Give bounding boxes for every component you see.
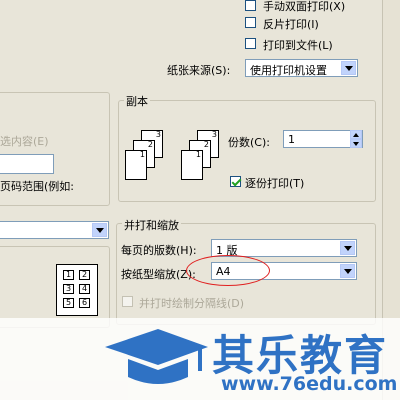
chevron-down-icon[interactable] bbox=[340, 264, 355, 278]
copies-spinner[interactable] bbox=[350, 130, 362, 148]
brand-url: www.76edu.com bbox=[221, 373, 398, 395]
preview-cell: 4 bbox=[79, 284, 90, 294]
copies-count-value: 1 bbox=[288, 133, 295, 146]
spin-up-icon[interactable] bbox=[350, 130, 362, 139]
copies-collated-icon: 3 2 1 bbox=[181, 130, 221, 182]
pages-preview: 1 2 3 4 5 6 bbox=[56, 264, 98, 316]
preview-cell: 5 bbox=[63, 298, 74, 308]
copies-uncollated-icon: 3 2 1 bbox=[125, 130, 165, 182]
scale-to-paper-label: 按纸型缩放(Z): bbox=[121, 268, 196, 281]
paper-source-select[interactable]: 使用打印机设置 bbox=[245, 59, 358, 77]
paper-source-label: 纸张来源(S): bbox=[167, 64, 231, 77]
print-to-file-checkbox[interactable] bbox=[245, 38, 256, 49]
copies-count-label: 份数(C): bbox=[228, 136, 270, 149]
draw-dividers-checkbox[interactable] bbox=[122, 296, 133, 307]
preview-cell: 1 bbox=[63, 270, 74, 280]
spin-down-icon[interactable] bbox=[350, 139, 362, 148]
chevron-down-icon[interactable] bbox=[341, 61, 356, 75]
page-range-input[interactable] bbox=[0, 154, 54, 174]
collate-checkbox[interactable] bbox=[230, 176, 241, 187]
reverse-print-checkbox[interactable] bbox=[245, 17, 256, 28]
copy-page: 1 bbox=[181, 150, 203, 180]
preview-cell: 6 bbox=[79, 298, 90, 308]
manual-duplex-checkbox[interactable] bbox=[245, 0, 256, 11]
zoom-title: 并打和缩放 bbox=[122, 217, 181, 233]
print-to-file-label: 打印到文件(L) bbox=[263, 39, 333, 52]
copies-title: 副本 bbox=[124, 93, 150, 109]
page-range-label: 页码范围(例如: bbox=[0, 180, 74, 193]
collate-label: 逐份打印(T) bbox=[245, 177, 305, 190]
manual-duplex-label: 手动双面打印(X) bbox=[263, 0, 346, 13]
print-what-select[interactable] bbox=[0, 221, 109, 239]
chevron-down-icon[interactable] bbox=[340, 241, 355, 255]
reverse-print-label: 反片打印(I) bbox=[263, 18, 319, 31]
pages-per-sheet-label: 每页的版数(H): bbox=[121, 244, 197, 257]
highlight-ellipse bbox=[186, 255, 270, 286]
chevron-down-icon[interactable] bbox=[92, 223, 107, 237]
selection-label: 选内容(E) bbox=[0, 135, 49, 148]
preview-cell: 3 bbox=[63, 284, 74, 294]
copy-page: 1 bbox=[125, 150, 147, 180]
graduation-cap-icon bbox=[105, 329, 208, 384]
paper-source-value: 使用打印机设置 bbox=[250, 64, 327, 77]
preview-cell: 2 bbox=[79, 270, 90, 280]
draw-dividers-label: 并打时绘制分隔线(D) bbox=[139, 297, 245, 310]
